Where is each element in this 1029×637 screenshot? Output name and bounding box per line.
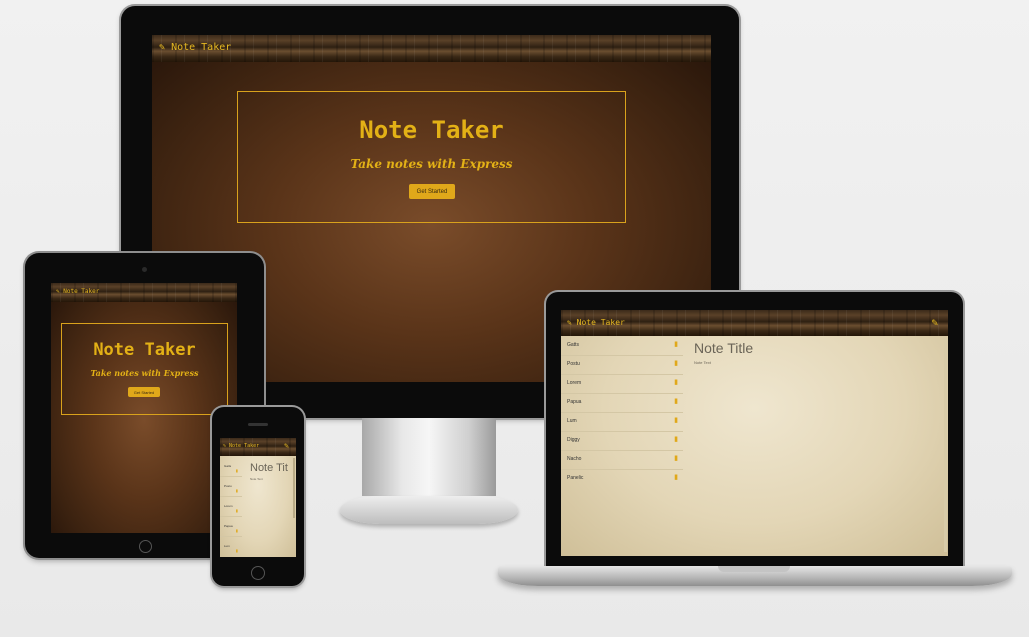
trash-icon[interactable]: ▮ <box>236 548 238 553</box>
hero-subtitle: Take notes with Express <box>350 157 513 171</box>
phone-scrollbar[interactable] <box>293 458 295 518</box>
brand-label: Note Taker <box>576 318 625 327</box>
note-item-title: Diggy <box>567 437 580 443</box>
pencil-icon: ✎ <box>223 443 227 449</box>
brand-label: Note Taker <box>63 288 100 295</box>
note-list-item[interactable]: Postu ▮ <box>220 476 242 497</box>
get-started-button[interactable]: Get Started <box>409 184 455 199</box>
note-item-title: Papua <box>567 399 582 405</box>
phone-home-button <box>251 566 265 580</box>
desktop-navbar: ✎ Note Taker <box>152 35 711 62</box>
note-list-item[interactable]: Gatts ▮ <box>220 456 242 477</box>
laptop-note-editor[interactable]: Note Title Note Text <box>694 338 934 538</box>
trash-icon[interactable]: ▮ <box>674 473 678 481</box>
new-note-icon[interactable]: ✎ <box>931 316 938 329</box>
laptop-notch <box>718 566 790 572</box>
note-item-title: Gatts <box>224 464 232 468</box>
trash-icon[interactable]: ▮ <box>674 435 678 443</box>
note-item-title: Panelic <box>567 475 584 481</box>
note-list-item[interactable]: Lum ▮ <box>220 536 242 556</box>
note-list-item[interactable]: Papua ▮ <box>220 516 242 537</box>
pencil-icon: ✎ <box>56 288 60 295</box>
hero-subtitle: Take notes with Express <box>90 368 199 378</box>
phone-navbar: ✎ Note Taker ✎ <box>220 438 296 456</box>
note-item-title: Postu <box>567 361 580 367</box>
note-list-item[interactable]: Postu ▮ <box>561 355 683 375</box>
hero-title: Note Taker <box>93 340 196 360</box>
note-text-input[interactable]: Note Text <box>694 360 711 365</box>
laptop-navbar-brand[interactable]: ✎ Note Taker <box>567 318 625 327</box>
note-list-item[interactable]: Gatts ▮ <box>561 336 683 356</box>
tablet-home-button <box>139 540 152 553</box>
desktop-stand-base <box>340 496 518 524</box>
note-title-input[interactable]: Note Title <box>694 340 753 356</box>
pencil-icon: ✎ <box>567 318 572 327</box>
tablet-screen: ✎ Note Taker Note Taker Take notes with … <box>51 283 237 533</box>
note-title-input[interactable]: Note Tit <box>250 462 288 474</box>
desktop-navbar-brand[interactable]: ✎ Note Taker <box>159 42 231 53</box>
phone-note-list: Gatts ▮ Postu ▮ Lorem ▮ Papua ▮ Lum ▮ <box>220 456 242 557</box>
note-list-item[interactable]: Nacho ▮ <box>561 450 683 470</box>
brand-label: Note Taker <box>229 443 260 449</box>
note-item-title: Gatts <box>567 342 579 348</box>
note-item-title: Lum <box>224 544 230 548</box>
phone-screen: ✎ Note Taker ✎ Gatts ▮ Postu ▮ Lorem ▮ Papu… <box>220 438 296 557</box>
tablet-navbar: ✎ Note Taker <box>51 283 237 302</box>
desktop-stand-neck <box>362 418 496 496</box>
note-list-item[interactable]: Lorem ▮ <box>561 374 683 394</box>
tablet-navbar-brand[interactable]: ✎ Note Taker <box>56 288 99 295</box>
note-item-title: Papua <box>224 524 233 528</box>
get-started-button[interactable]: Get Started <box>128 387 160 397</box>
note-list-item[interactable]: Papua ▮ <box>561 393 683 413</box>
note-item-title: Lum <box>567 418 577 424</box>
note-text-input[interactable]: Note Text <box>250 477 263 481</box>
trash-icon[interactable]: ▮ <box>674 378 678 386</box>
trash-icon[interactable]: ▮ <box>674 416 678 424</box>
phone-speaker <box>248 423 268 426</box>
note-list-item[interactable]: Lorem ▮ <box>220 496 242 517</box>
hero-title: Note Taker <box>359 116 504 144</box>
note-item-title: Lorem <box>567 380 582 386</box>
trash-icon[interactable]: ▮ <box>236 528 238 533</box>
laptop-navbar: ✎ Note Taker ✎ <box>561 310 948 336</box>
note-list-item[interactable]: Diggy ▮ <box>561 431 683 451</box>
brand-label: Note Taker <box>171 42 232 53</box>
note-list-item[interactable]: Panelic ▮ <box>561 469 683 488</box>
tablet-hero: Note Taker Take notes with Express Get S… <box>61 323 228 415</box>
trash-icon[interactable]: ▮ <box>236 468 238 473</box>
trash-icon[interactable]: ▮ <box>236 488 238 493</box>
note-item-title: Postu <box>224 484 232 488</box>
new-note-icon[interactable]: ✎ <box>284 441 289 450</box>
pencil-icon: ✎ <box>159 42 166 53</box>
trash-icon[interactable]: ▮ <box>236 508 238 513</box>
note-item-title: Nacho <box>567 456 582 462</box>
note-item-title: Lorem <box>224 504 233 508</box>
trash-icon[interactable]: ▮ <box>674 397 678 405</box>
laptop-scrollbar[interactable] <box>944 338 947 552</box>
laptop-screen: ✎ Note Taker ✎ Gatts ▮ Postu ▮ Lorem ▮ Papu… <box>561 310 948 556</box>
laptop-note-list: Gatts ▮ Postu ▮ Lorem ▮ Papua ▮ Lum ▮ Diggy ▮ … <box>561 336 683 556</box>
trash-icon[interactable]: ▮ <box>674 454 678 462</box>
trash-icon[interactable]: ▮ <box>674 340 678 348</box>
phone-navbar-brand[interactable]: ✎ Note Taker <box>223 443 259 449</box>
note-list-item[interactable]: Lum ▮ <box>561 412 683 432</box>
trash-icon[interactable]: ▮ <box>674 359 678 367</box>
desktop-hero: Note Taker Take notes with Express Get S… <box>237 91 626 223</box>
tablet-camera <box>142 267 147 272</box>
